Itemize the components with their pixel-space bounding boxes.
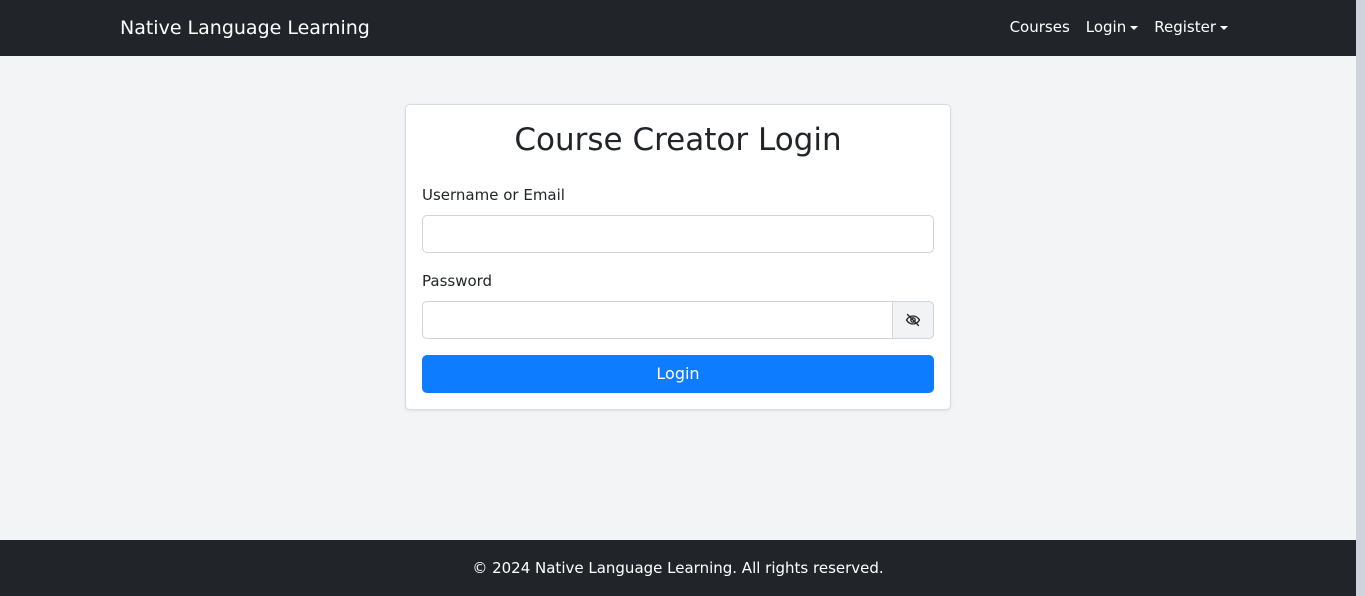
eye-slash-icon (905, 313, 921, 327)
login-submit-button[interactable]: Login (422, 355, 934, 393)
username-input[interactable] (422, 215, 934, 253)
password-label: Password (422, 272, 493, 290)
nav-links: Courses Login Register (1010, 16, 1228, 38)
nav-login-dropdown[interactable]: Login (1085, 16, 1139, 38)
password-input[interactable] (422, 301, 893, 339)
password-visibility-toggle[interactable] (892, 301, 934, 339)
chevron-down-icon (1220, 25, 1228, 30)
nav-register-label: Register (1154, 18, 1216, 36)
page-title: Course Creator Login (514, 122, 842, 158)
footer-copyright: © 2024 Native Language Learning. All rig… (472, 559, 884, 577)
username-label: Username or Email (422, 186, 565, 204)
chevron-down-icon (1130, 25, 1139, 30)
nav-courses-link[interactable]: Courses (1010, 16, 1070, 38)
login-card: Course Creator Login Username or Email P… (405, 104, 951, 410)
scrollbar[interactable] (1356, 0, 1365, 596)
nav-register-dropdown[interactable]: Register (1154, 16, 1228, 38)
page-footer: © 2024 Native Language Learning. All rig… (0, 540, 1356, 596)
top-navbar: Native Language Learning Courses Login R… (0, 0, 1356, 56)
nav-login-label: Login (1085, 18, 1127, 36)
brand-link[interactable]: Native Language Learning (120, 15, 370, 41)
nav-courses-label: Courses (1009, 18, 1070, 36)
